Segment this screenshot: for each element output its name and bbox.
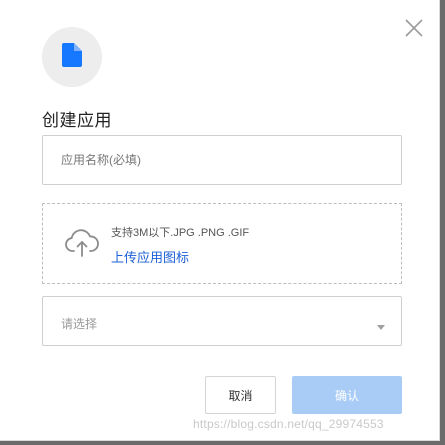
app-icon-avatar <box>42 27 102 87</box>
confirm-button[interactable]: 确认 <box>292 376 402 414</box>
caret-down-icon <box>376 318 386 330</box>
cloud-upload-icon <box>65 228 99 258</box>
upload-hint: 支持3M以下.JPG .PNG .GIF <box>111 227 250 239</box>
cancel-button[interactable]: 取消 <box>205 376 276 414</box>
select-placeholder: 请选择 <box>61 317 98 331</box>
upload-app-icon-link[interactable]: 上传应用图标 <box>111 247 189 266</box>
icon-upload-area[interactable]: 支持3M以下.JPG .PNG .GIF 上传应用图标 <box>42 203 402 284</box>
file-icon <box>62 42 82 72</box>
dialog-title: 创建应用 <box>42 111 112 130</box>
close-icon[interactable] <box>402 16 426 40</box>
app-name-input[interactable] <box>42 135 402 185</box>
create-app-dialog: 创建应用 支持3M以下.JPG .PNG .GIF 上传应用图标 请选择 取消 … <box>0 0 440 441</box>
watermark: https://blog.csdn.net/qq_29974553 <box>193 417 384 431</box>
category-select[interactable]: 请选择 <box>42 296 402 346</box>
